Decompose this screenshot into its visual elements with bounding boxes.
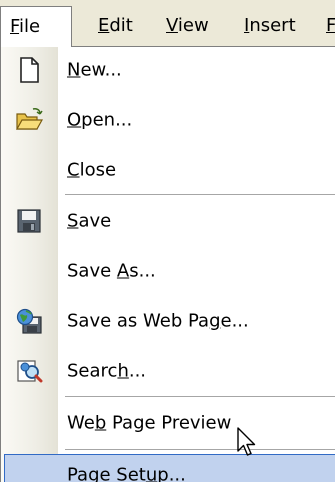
menu-edit[interactable]: Edit [98,10,133,42]
save-as-web-page-icon [16,308,42,334]
new-document-icon [20,57,39,83]
menu-separator [65,194,335,195]
menu-view-accesskey: V [166,15,178,36]
menu-item-open[interactable]: Open... [1,95,335,145]
mouse-cursor-icon [237,427,256,456]
menu-view[interactable]: View [166,10,209,42]
menu-item-close[interactable]: Close [1,145,335,195]
search-icon [17,360,43,383]
menu-item-save-as[interactable]: Save As... [1,246,335,296]
menu-insert[interactable]: Insert [244,10,296,42]
menu-file-label-post: ile [19,16,41,37]
menu-item-web-page-preview[interactable]: Web Page Preview [1,398,335,448]
menu-item-save-as-web-page-label: Save as Web Page... [67,310,249,332]
menu-item-search-label: Search... [67,360,147,382]
menu-format-partial[interactable]: F [326,10,335,42]
menu-insert-label-post: nsert [249,15,296,36]
menu-item-page-setup[interactable]: Page Setup... [1,450,335,482]
menu-item-save-label: Save [67,210,112,232]
open-folder-icon [15,108,43,130]
menu-view-label-post: iew [177,15,209,36]
menu-item-save-as-web-page[interactable]: Save as Web Page... [1,296,335,346]
screen: Edit View Insert F New... Open... Close … [0,0,335,482]
menu-item-save-as-label: Save As... [67,260,156,282]
menu-format-accesskey: F [326,15,335,36]
menu-item-search[interactable]: Search... [1,346,335,396]
menu-edit-label-post: dit [109,15,133,36]
menu-item-new[interactable]: New... [1,45,335,95]
save-disk-icon [17,209,41,233]
menu-separator [65,396,335,397]
menu-file-accesskey: F [10,16,20,37]
menu-item-web-page-preview-label: Web Page Preview [67,412,232,434]
menu-item-save[interactable]: Save [1,196,335,246]
menu-item-open-label: Open... [67,109,133,131]
menu-file[interactable]: File [0,6,72,47]
menu-item-page-setup-label: Page Setup... [67,464,186,482]
menu-edit-accesskey: E [98,15,110,36]
menu-item-close-label: Close [67,159,117,181]
menu-item-new-label: New... [67,59,122,81]
file-dropdown-menu: New... Open... Close Save Save As... Sav… [0,46,335,482]
